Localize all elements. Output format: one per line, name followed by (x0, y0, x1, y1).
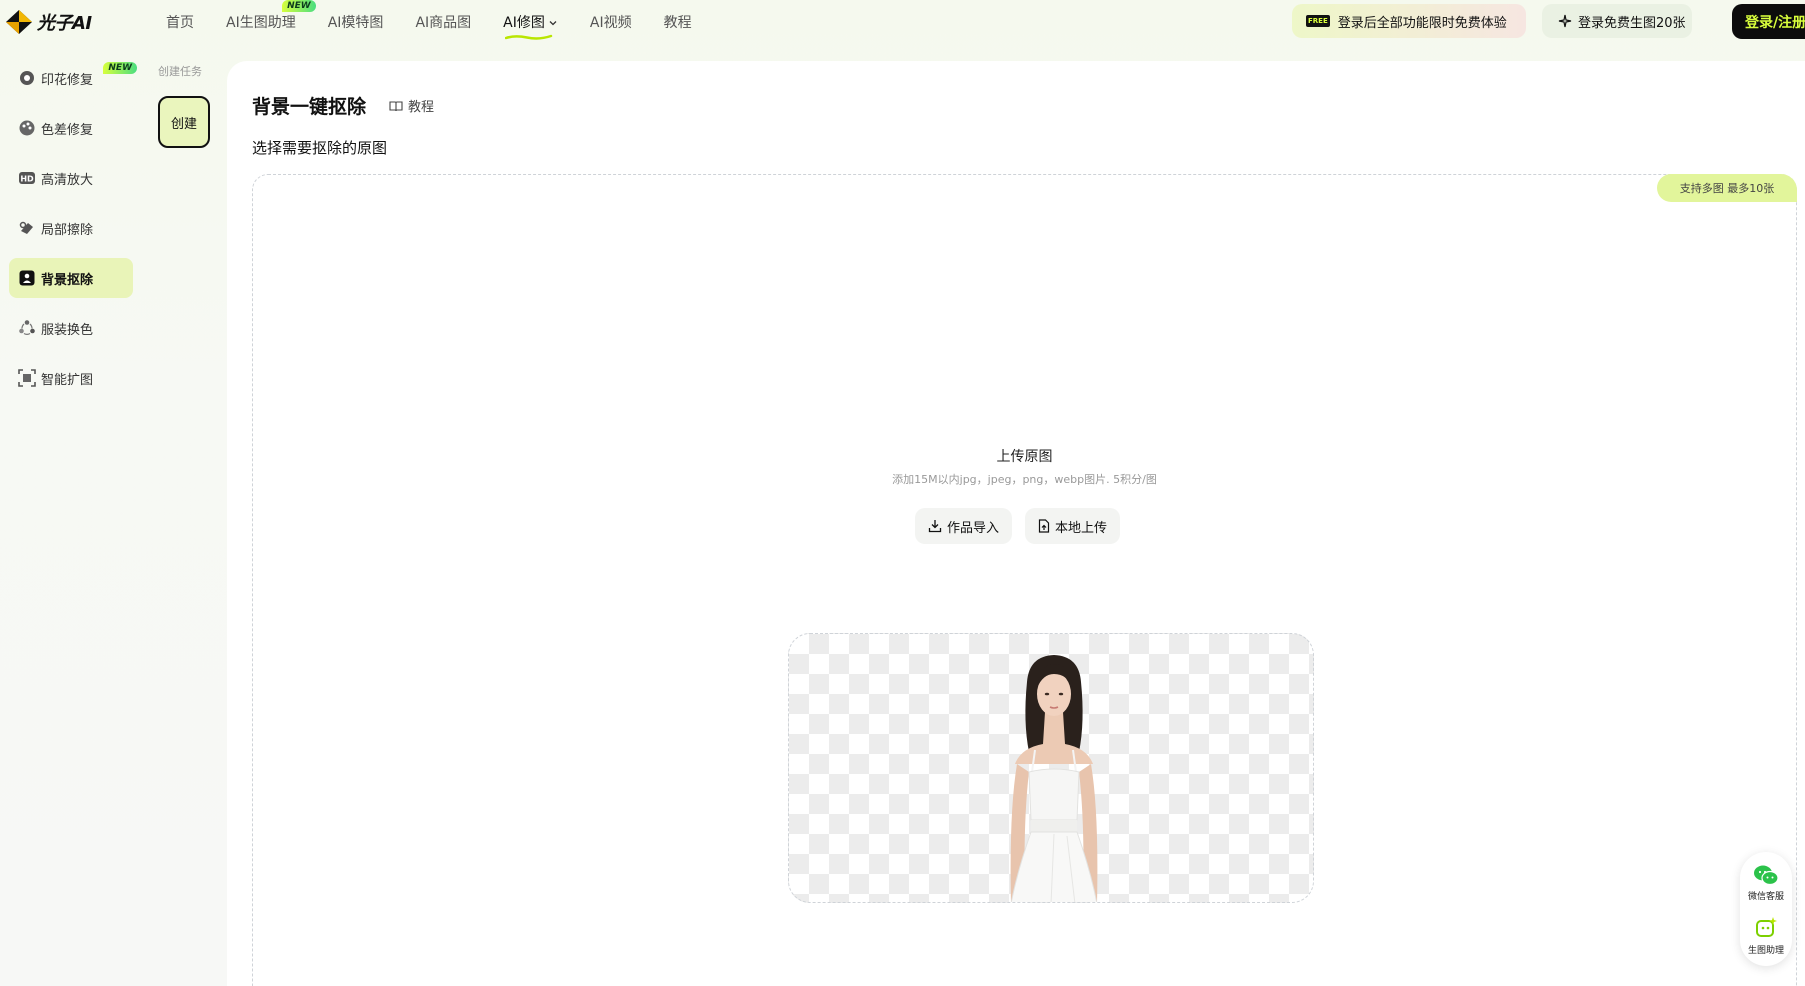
palette-icon (19, 120, 35, 136)
local-upload-button[interactable]: 本地上传 (1025, 508, 1121, 544)
nav-item-label: AI生图助理 (226, 15, 296, 31)
logo-text: 光子AI (37, 13, 92, 34)
tutorial-link[interactable]: 教程 (389, 96, 434, 115)
sidebar-item-color-repair[interactable]: 色差修复 (9, 108, 133, 148)
sidebar-item-label: 印花修复 (41, 72, 94, 88)
top-bar: 光子AI 首页 AI生图助理 NEW AI模特图 AI商品图 AI修图 AI视频 … (0, 0, 1805, 44)
upload-title: 上传原图 (996, 449, 1053, 465)
sidebar-item-label: 色差修复 (41, 122, 94, 138)
nav-item-tutorial[interactable]: 教程 (664, 12, 692, 32)
new-badge: NEW (282, 0, 316, 12)
model-cutout-image (1010, 655, 1098, 902)
nav-item-label: AI修图 (503, 15, 545, 31)
print-repair-icon (20, 71, 34, 85)
sidebar-item-partial-erase[interactable]: 局部擦除 (9, 208, 133, 248)
create-task-button[interactable]: 创建 (158, 96, 210, 148)
file-upload-icon (1038, 519, 1050, 533)
recolor-icon (19, 320, 35, 335)
wechat-icon (1754, 865, 1779, 886)
new-badge: NEW (103, 62, 137, 74)
svg-text:HD: HD (20, 175, 34, 184)
free-trial-text: 登录后全部功能限时免费体验 (1337, 15, 1507, 31)
nav-item-ai-model[interactable]: AI模特图 (328, 12, 384, 32)
import-works-button[interactable]: 作品导入 (915, 508, 1013, 544)
image-assistant-label: 生图助理 (1747, 946, 1784, 956)
sidebar-item-label: 局部擦除 (41, 222, 94, 238)
hd-icon: HD (19, 172, 35, 184)
main-nav: 首页 AI生图助理 NEW AI模特图 AI商品图 AI修图 AI视频 教程 (166, 0, 724, 40)
active-underline-icon (505, 34, 553, 40)
nav-item-label: AI视频 (589, 15, 632, 31)
sparkle-icon (1558, 14, 1572, 28)
free-images-text: 登录免费生图20张 (1578, 15, 1686, 31)
eraser-icon (19, 221, 33, 234)
sidebar-item-print-repair[interactable]: 印花修复 NEW (9, 58, 137, 98)
free-trial-banner[interactable]: FREE 登录后全部功能限时免费体验 (1292, 4, 1526, 38)
sidebar-item-label: 高清放大 (41, 172, 94, 188)
sidebar-item-smart-expand[interactable]: 智能扩图 (9, 358, 133, 398)
tutorial-label: 教程 (408, 100, 435, 115)
free-images-banner[interactable]: 登录免费生图20张 (1542, 4, 1692, 38)
book-icon (389, 100, 403, 111)
import-works-label: 作品导入 (947, 520, 1000, 536)
logo-mark-icon (6, 10, 32, 34)
assistant-icon (1756, 917, 1777, 937)
download-icon (928, 520, 942, 533)
expand-icon (18, 369, 36, 387)
upload-hint: 添加15M以内jpg，jpeg，png，webp图片. 5积分/图 (892, 473, 1157, 486)
nav-item-label: AI商品图 (415, 15, 472, 31)
nav-item-label: 教程 (663, 15, 692, 31)
nav-item-ai-video[interactable]: AI视频 (590, 12, 632, 32)
wechat-support-button[interactable]: 微信客服 (1740, 864, 1792, 902)
sidebar-item-label: 服装换色 (41, 322, 94, 338)
nav-item-ai-product[interactable]: AI商品图 (415, 12, 471, 32)
upload-dropzone[interactable]: 支持多图 最多10张 上传原图 添加15M以内jpg，jpeg，png，webp… (252, 174, 1797, 986)
nav-item-home[interactable]: 首页 (166, 12, 194, 32)
nav-item-ai-assistant[interactable]: AI生图助理 NEW (226, 0, 316, 32)
logo[interactable]: 光子AI (5, 9, 92, 35)
background-remove-icon (19, 270, 35, 286)
sidebar-item-hd-upscale[interactable]: HD 高清放大 (9, 158, 133, 198)
free-badge: FREE (1306, 15, 1330, 27)
tool-sidebar: 印花修复 NEW 色差修复 HD 高清放大 局部擦除 背景抠除 服装换色 智能扩… (0, 58, 140, 408)
example-result-image (788, 633, 1314, 903)
section-subtitle: 选择需要抠除的原图 (252, 139, 388, 157)
sidebar-item-background-remove[interactable]: 背景抠除 (9, 258, 133, 298)
nav-item-label: AI模特图 (327, 15, 384, 31)
main-panel: 背景一键抠除 教程 选择需要抠除的原图 支持多图 最多10张 上传原图 添加15… (227, 61, 1805, 986)
sidebar-item-clothing-recolor[interactable]: 服装换色 (9, 308, 133, 348)
page-title: 背景一键抠除 (252, 96, 367, 118)
multi-image-tag: 支持多图 最多10张 (1657, 174, 1797, 202)
login-register-button[interactable]: 登录/注册 (1732, 4, 1805, 39)
image-assistant-button[interactable]: 生图助理 (1740, 916, 1792, 956)
wechat-support-label: 微信客服 (1747, 892, 1784, 902)
upload-actions: 作品导入 本地上传 (915, 508, 1133, 544)
nav-item-label: 首页 (166, 15, 194, 31)
floating-help-widget: 微信客服 生图助理 (1740, 852, 1792, 966)
sidebar-item-label: 智能扩图 (41, 372, 94, 388)
create-task-label: 创建任务 (158, 65, 202, 78)
chevron-down-icon (549, 21, 557, 26)
local-upload-label: 本地上传 (1055, 520, 1108, 536)
nav-item-ai-retouch[interactable]: AI修图 (503, 12, 558, 40)
sidebar-item-label: 背景抠除 (41, 272, 94, 288)
